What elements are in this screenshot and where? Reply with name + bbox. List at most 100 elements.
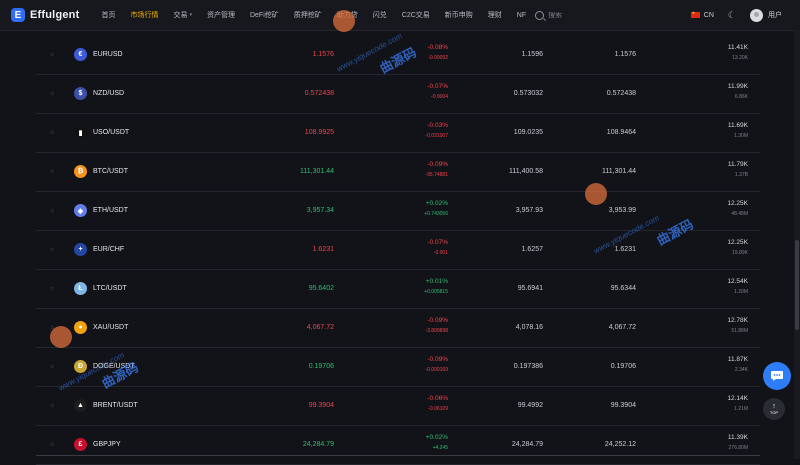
nav-item[interactable]: 质押挖矿 xyxy=(294,10,322,20)
volume-amount: 1.37B xyxy=(734,172,748,178)
brand-logo[interactable]: E Effulgent xyxy=(11,8,79,22)
market-table: ☆ € EURUSD 1.1576 -0.08% -0.00092 1.1596 1.1576… xyxy=(36,36,760,465)
change-percent: -0.07% xyxy=(427,239,448,246)
favorite-star-icon[interactable]: ☆ xyxy=(50,364,54,370)
nav-item[interactable]: C2C交易 xyxy=(402,10,430,20)
volume-amount: 1.20M xyxy=(734,289,748,295)
volume: 12.25K 19.89K xyxy=(727,239,748,256)
volume-amount: 13.20K xyxy=(732,55,748,61)
market-row[interactable]: ☆ ▲ BRENT/USDT 99.3904 -0.06% -0.06109 99.4992… xyxy=(36,387,760,426)
nav-item[interactable]: DeFi挖矿 xyxy=(250,10,279,20)
change-amount: -0.031007 xyxy=(425,133,448,139)
language-switcher[interactable]: CN xyxy=(690,10,714,19)
24h-low: 95.6344 xyxy=(610,285,636,292)
market-row[interactable]: ☆ € EURUSD 1.1576 -0.08% -0.00092 1.1596 1.1576… xyxy=(36,36,760,75)
pair-name[interactable]: USO/USDT xyxy=(93,129,129,136)
nav-item[interactable]: 闪兑 xyxy=(373,10,387,20)
nav-item[interactable]: 首页 xyxy=(101,10,115,20)
user-label[interactable]: 用户 xyxy=(768,10,782,20)
page-scrollbar[interactable] xyxy=(794,30,800,459)
change-amount: +0.743056 xyxy=(424,211,448,217)
pair-name[interactable]: EURUSD xyxy=(93,51,123,58)
nav-item[interactable]: 交易 ▾ xyxy=(173,10,192,20)
market-row[interactable]: ☆ ◆ ETH/USDT 3,957.34 +0.02% +0.743056 3,957.9… xyxy=(36,192,760,231)
user-avatar[interactable] xyxy=(750,8,763,22)
nav-item-label: DeFi挖矿 xyxy=(249,12,279,19)
favorite-star-icon[interactable]: ☆ xyxy=(50,130,54,136)
nav-item[interactable]: 理财 xyxy=(488,10,502,20)
price-change: -0.03% -0.031007 xyxy=(425,122,448,139)
favorite-star-icon[interactable]: ☆ xyxy=(50,169,54,175)
change-amount: -0.0004 xyxy=(431,94,448,100)
coin-icon: Ð xyxy=(74,360,87,373)
market-row[interactable]: ☆ ₿ BTC/USDT 111,301.44 -0.09% -95.74881 111,4… xyxy=(36,153,760,192)
volume-count: 11.39K xyxy=(727,434,748,441)
favorite-star-icon[interactable]: ☆ xyxy=(50,91,54,97)
pair-name[interactable]: DOGE/USDT xyxy=(93,363,135,370)
favorite-star-icon[interactable]: ☆ xyxy=(50,52,54,58)
volume-amount: 6.86K xyxy=(734,94,748,100)
search-box[interactable] xyxy=(535,10,609,20)
volume: 11.99K 6.86K xyxy=(728,83,748,100)
nav-item[interactable]: 资产管理 xyxy=(207,10,235,20)
logo-mark: E xyxy=(11,8,25,22)
pair-name[interactable]: GBPJPY xyxy=(93,441,121,448)
24h-low: 108.9464 xyxy=(606,129,636,136)
nav-right: CN ☾ 用户 xyxy=(690,0,782,30)
favorite-star-icon[interactable]: ☆ xyxy=(50,403,54,409)
search-input[interactable] xyxy=(548,11,609,19)
favorite-star-icon[interactable]: ☆ xyxy=(50,208,54,214)
24h-high: 4,078.16 xyxy=(515,324,543,331)
customer-service-chat-button[interactable] xyxy=(763,362,791,390)
pair-name[interactable]: ETH/USDT xyxy=(93,207,128,214)
last-price: 111,301.44 xyxy=(300,168,334,175)
volume: 11.41K 13.20K xyxy=(728,44,748,61)
scrollbar-thumb[interactable] xyxy=(795,240,799,330)
dark-mode-moon-icon[interactable]: ☾ xyxy=(728,10,736,21)
nav-item-label: C2C交易 xyxy=(401,12,430,19)
favorite-star-icon[interactable]: ☆ xyxy=(50,442,54,448)
market-row[interactable]: ☆ ▮ USO/USDT 108.9925 -0.03% -0.031007 109.023… xyxy=(36,114,760,153)
nav-item-label: 助力贷 xyxy=(336,12,358,19)
volume-amount: 48.48M xyxy=(731,211,748,217)
volume: 11.69K 1.30M xyxy=(728,122,748,139)
back-to-top-button[interactable]: ↑ TOP xyxy=(763,398,785,420)
top-label: TOP xyxy=(769,410,779,415)
price-change: +0.02% +4.245 xyxy=(426,434,448,451)
nav-item[interactable]: 新币申购 xyxy=(445,10,473,20)
volume: 12.14K 1.21M xyxy=(727,395,748,412)
change-percent: -0.09% xyxy=(427,356,448,363)
pair-name[interactable]: XAU/USDT xyxy=(93,324,128,331)
pair-name[interactable]: NZD/USD xyxy=(93,90,124,97)
24h-low: 24,252.12 xyxy=(604,441,636,448)
pair-name[interactable]: EUR/CHF xyxy=(93,246,124,253)
pair-name[interactable]: BTC/USDT xyxy=(93,168,128,175)
24h-high: 24,284.79 xyxy=(511,441,543,448)
market-row[interactable]: ☆ ● XAU/USDT 4,067.72 -0.09% -3.809898 4,078.1… xyxy=(36,309,760,348)
price-change: -0.09% -95.74881 xyxy=(425,161,448,178)
market-row[interactable]: ☆ Ð DOGE/USDT 0.19706 -0.09% -0.000169 0.19738… xyxy=(36,348,760,387)
coin-icon: € xyxy=(74,48,87,61)
nav-item[interactable]: NF xyxy=(517,12,526,19)
favorite-star-icon[interactable]: ☆ xyxy=(50,247,54,253)
market-row[interactable]: ☆ + EUR/CHF 1.6231 -0.07% -0.001 1.6257 1.6231 1… xyxy=(36,231,760,270)
volume: 11.39K 276.80M xyxy=(728,434,748,451)
pair-name[interactable]: LTC/USDT xyxy=(93,285,127,292)
coin-icon: ◆ xyxy=(74,204,87,217)
nav-item-label: 质押挖矿 xyxy=(293,12,322,19)
market-row[interactable]: ☆ $ NZD/USD 0.572438 -0.07% -0.0004 0.573032 0.… xyxy=(36,75,760,114)
nav-item[interactable]: 市场行情 xyxy=(130,10,158,20)
favorite-star-icon[interactable]: ☆ xyxy=(50,286,54,292)
pair-name[interactable]: BRENT/USDT xyxy=(93,402,138,409)
price-change: +0.02% +0.743056 xyxy=(424,200,448,217)
coin-icon: ₿ xyxy=(74,165,87,178)
24h-low: 0.572438 xyxy=(606,90,636,97)
last-price: 3,957.34 xyxy=(306,207,334,214)
market-row[interactable]: ☆ £ GBPJPY 24,284.79 +0.02% +4.245 24,284.79 24… xyxy=(36,426,760,465)
market-row[interactable]: ☆ Ł LTC/USDT 95.6402 +0.01% +0.005815 95.6941 9… xyxy=(36,270,760,309)
nav-item-label: 首页 xyxy=(101,12,116,19)
nav-item[interactable]: 助力贷 xyxy=(337,10,358,20)
24h-low: 0.19706 xyxy=(610,363,636,370)
nav-item-label: 交易 xyxy=(173,12,188,19)
favorite-star-icon[interactable]: ☆ xyxy=(50,325,54,331)
